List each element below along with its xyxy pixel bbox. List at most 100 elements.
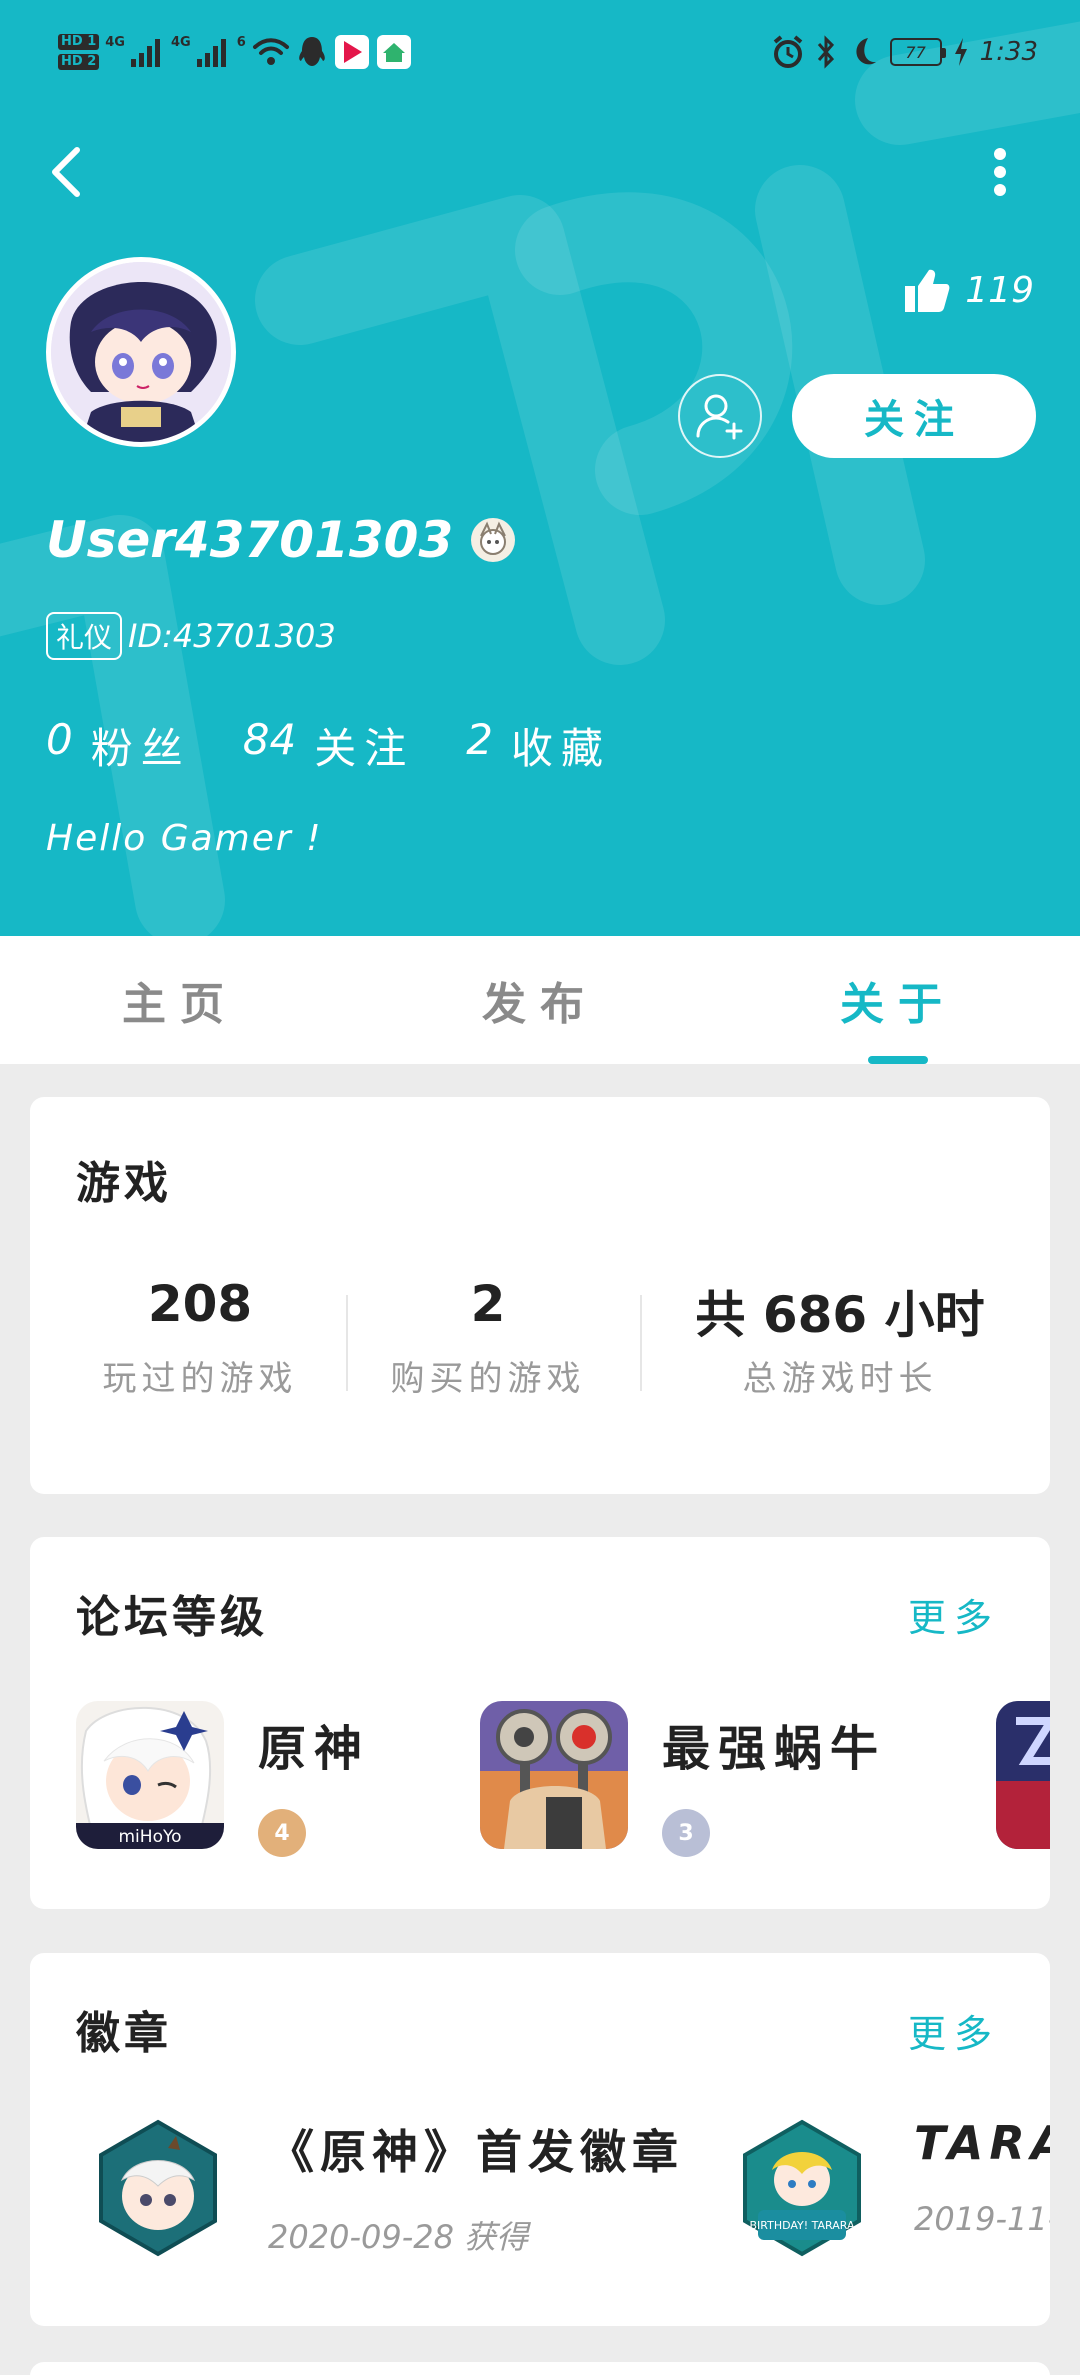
wifi-number: 6 (236, 34, 246, 50)
badge-info: 《原神》首发徽章 2020-09-28 获得 (268, 2118, 684, 2268)
purchased-games-stat[interactable]: 2 购买的游戏 (356, 1275, 620, 1400)
home-app-icon (376, 35, 411, 69)
profile-stats: 0 粉丝 84 关注 2 收藏 (46, 715, 611, 775)
snail-game-icon (480, 1701, 628, 1849)
badges-more-link[interactable]: 更多 (908, 2003, 1000, 2058)
profile-header: HD 1 HD 2 4G 4G 6 77 1:33 119 关注 User437… (0, 0, 1080, 936)
genshin-icon-art: miHoYo (76, 1701, 224, 1849)
active-tab-indicator (868, 1056, 928, 1064)
etiquette-badge[interactable]: 礼仪 (46, 612, 123, 660)
badge-date-tarara: 2019-11-09 (914, 2200, 1050, 2238)
badge-item-genshin[interactable]: 《原神》首发徽章 2020-09-28 获得 (88, 2118, 684, 2268)
more-options-button[interactable] (976, 140, 1024, 204)
thumbs-up-icon (905, 269, 950, 312)
next-card-edge (30, 2362, 1050, 2375)
purchased-games-value: 2 (470, 1275, 506, 1333)
user-mini-avatar (471, 518, 516, 562)
following-stat[interactable]: 84 关注 (243, 715, 414, 776)
badge-name-tarara: TARARA (914, 2116, 1050, 2170)
favorites-label: 收藏 (510, 723, 611, 773)
charging-icon (954, 38, 967, 66)
battery-icon: 77 (889, 38, 946, 66)
badge-name-genshin: 《原神》首发徽章 (268, 2125, 684, 2179)
forum-info: 最强蜗牛 3 (662, 1701, 887, 1857)
video-app-icon (334, 35, 369, 69)
forum-more-link[interactable]: 更多 (908, 1587, 1000, 1642)
level-badge-snail: 3 (662, 1809, 710, 1857)
add-friend-icon (696, 394, 743, 440)
genshin-icon-label: miHoYo (119, 1827, 182, 1847)
fans-stat[interactable]: 0 粉丝 (46, 715, 191, 776)
total-playtime-stat: 共 686 小时 总游戏时长 (660, 1275, 1020, 1400)
badges-card: 徽章 更多 《原神》首发徽章 2020-09-28 获得 BIRTHDAY! T… (30, 1953, 1050, 2326)
snail-icon-art (480, 1701, 628, 1849)
status-left: HD 1 HD 2 4G 4G 6 (58, 24, 412, 80)
tab-posts[interactable]: 发布 (420, 936, 660, 1064)
badge-item-tarara[interactable]: BIRTHDAY! TARARA TARARA 2019-11-09 (732, 2116, 1050, 2268)
bluetooth-icon (817, 35, 834, 69)
badges-title: 徽章 (76, 2008, 172, 2059)
like-counter[interactable]: 119 (903, 260, 1034, 320)
hd2-label: HD 2 (58, 54, 100, 70)
following-count: 84 (242, 714, 297, 764)
fans-count: 0 (46, 714, 73, 764)
like-count: 119 (965, 269, 1034, 311)
network-label-2: 4G (170, 34, 191, 50)
add-friend-button[interactable] (678, 374, 762, 458)
username-row: User43701303 (46, 505, 516, 575)
badge-date-genshin: 2020-09-28 获得 (268, 2218, 529, 2256)
played-games-caption: 玩过的游戏 (102, 1359, 298, 1399)
profile-tabs: 主页 发布 关于 (0, 936, 1080, 1064)
hd1-label: HD 1 (58, 34, 100, 50)
follow-button[interactable]: 关注 (792, 374, 1036, 458)
favorites-count: 2 (466, 714, 493, 764)
stat-divider (346, 1295, 348, 1391)
level-badge-genshin: 4 (258, 1809, 306, 1857)
forum-item-snail[interactable]: 最强蜗牛 3 (480, 1701, 887, 1857)
level-genshin: 4 (274, 1820, 290, 1846)
tab-home[interactable]: 主页 (60, 936, 300, 1064)
level-snail: 3 (678, 1820, 694, 1846)
partial-game-icon (996, 1701, 1050, 1849)
forum-item-genshin[interactable]: miHoYo 原神 4 (76, 1701, 370, 1857)
user-id-row: 礼仪 ID:43701303 (46, 612, 336, 660)
back-button[interactable] (40, 140, 92, 204)
purchased-games-caption: 购买的游戏 (390, 1359, 586, 1399)
games-card: 游戏 208 玩过的游戏 2 购买的游戏 共 686 小时 总游戏时长 (30, 1097, 1050, 1494)
hd-indicators: HD 1 HD 2 (58, 34, 100, 70)
following-label: 关注 (314, 723, 415, 773)
forum-level-card: 论坛等级 更多 miHoYo 原神 4 最强蜗牛 3 (30, 1537, 1050, 1909)
partial-icon-art (996, 1701, 1050, 1849)
total-playtime-value: 共 686 小时 (695, 1286, 985, 1344)
signal-icon-2 (196, 39, 226, 67)
tab-about[interactable]: 关于 (778, 936, 1018, 1064)
forum-level-title: 论坛等级 (76, 1592, 268, 1643)
status-bar: HD 1 HD 2 4G 4G 6 77 1:33 (0, 0, 1080, 100)
avatar-image (51, 262, 231, 442)
mini-avatar-icon (480, 521, 507, 555)
status-right: 77 1:33 (772, 30, 1038, 74)
games-title: 游戏 (76, 1158, 172, 1209)
status-time: 1:33 (979, 37, 1038, 67)
user-bio: Hello Gamer ! (46, 818, 323, 859)
tarara-badge-icon: BIRTHDAY! TARARA (743, 2119, 861, 2257)
forum-item-partial[interactable] (996, 1701, 1050, 1851)
signal-icon (130, 39, 160, 67)
played-games-stat[interactable]: 208 玩过的游戏 (50, 1275, 350, 1400)
battery-level: 77 (905, 42, 926, 62)
wifi-icon (252, 38, 289, 65)
fans-label: 粉丝 (90, 723, 191, 773)
played-games-value: 208 (147, 1275, 253, 1333)
user-avatar[interactable] (46, 257, 236, 447)
genshin-badge-icon (99, 2119, 217, 2257)
tarara-badge-text: BIRTHDAY! TARARA (749, 2219, 855, 2232)
forum-name-snail: 最强蜗牛 (662, 1721, 887, 1777)
username: User43701303 (46, 511, 454, 569)
favorites-stat[interactable]: 2 收藏 (466, 715, 611, 776)
taptap-watermark (0, 21, 1080, 936)
moon-icon (856, 38, 876, 65)
genshin-game-icon: miHoYo (76, 1701, 224, 1849)
stat-divider (640, 1295, 642, 1391)
total-playtime-caption: 总游戏时长 (742, 1359, 938, 1399)
user-id: ID:43701303 (128, 617, 336, 655)
